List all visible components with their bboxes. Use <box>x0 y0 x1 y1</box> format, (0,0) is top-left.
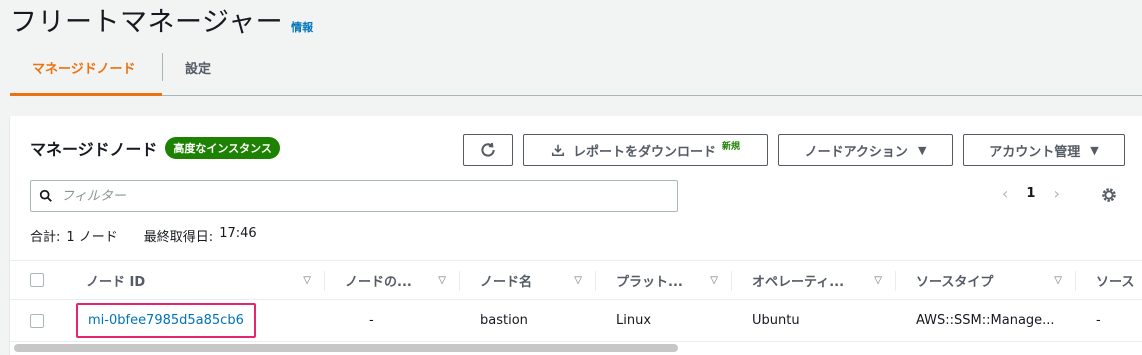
account-management-label: アカウント管理 <box>989 144 1081 160</box>
info-link[interactable]: 情報 <box>291 19 313 35</box>
page-title: フリートマネージャー <box>10 7 284 38</box>
caret-down-icon: ▼ <box>1090 143 1099 157</box>
row-select-cell <box>10 300 66 341</box>
tab-managed-nodes[interactable]: マネージドノード <box>10 44 162 96</box>
filter-search-box <box>30 180 678 212</box>
node-actions-label: ノードアクション <box>804 144 908 160</box>
summary-line: 合計: 1 ノード 最終取得日: 17:46 <box>30 226 257 245</box>
cell-node-id: mi-0bfee7985d5a85cb6 <box>66 300 325 341</box>
sort-icon[interactable]: ▽ <box>710 275 718 286</box>
total-label: 合計: <box>30 230 61 245</box>
sort-icon[interactable]: ▽ <box>574 275 582 286</box>
row-checkbox[interactable] <box>30 313 44 328</box>
refresh-icon <box>481 142 495 157</box>
next-page-icon[interactable]: › <box>1053 184 1059 203</box>
page-header: フリートマネージャー 情報 <box>10 0 313 38</box>
cell-platform: Linux <box>616 313 652 328</box>
account-management-button[interactable]: アカウント管理 ▼ <box>963 134 1125 166</box>
gear-icon[interactable] <box>1100 186 1118 204</box>
node-id-link[interactable]: mi-0bfee7985d5a85cb6 <box>76 303 256 338</box>
select-all-checkbox[interactable] <box>30 273 44 287</box>
refresh-button[interactable] <box>463 134 513 166</box>
new-label: 新規 <box>722 141 741 152</box>
pagination: ‹ 1 › <box>1002 184 1060 203</box>
total-value: 1 ノード <box>66 230 118 245</box>
filter-input[interactable] <box>61 188 641 204</box>
sort-icon[interactable]: ▽ <box>438 275 446 286</box>
select-all-cell <box>10 261 66 299</box>
cell-node-name: bastion <box>480 313 528 328</box>
column-header-node-id[interactable]: ノード ID ▽ <box>66 261 325 299</box>
cell-source-type: AWS::SSM::Manage... <box>916 313 1055 328</box>
column-header-source[interactable]: ソース <box>1076 261 1142 299</box>
last-fetch-value: 17:46 <box>219 226 257 241</box>
download-report-label: レポートをダウンロード <box>572 144 716 160</box>
managed-nodes-panel: マネージドノード 高度なインスタンス レポートをダウンロード 新規 ノードアクシ… <box>10 116 1142 355</box>
panel-header: マネージドノード 高度なインスタンス <box>30 136 280 160</box>
managed-nodes-table: ノード ID ▽ ノードの... ▽ ノード名 ▽ プラット... ▽ オペレー… <box>10 260 1142 342</box>
tab-bar: マネージドノード 設定 <box>10 44 1142 96</box>
current-page[interactable]: 1 <box>1026 186 1035 201</box>
sort-icon[interactable]: ▽ <box>1054 275 1062 286</box>
download-report-button[interactable]: レポートをダウンロード 新規 <box>523 134 768 166</box>
advanced-instances-badge: 高度なインスタンス <box>165 137 280 159</box>
prev-page-icon[interactable]: ‹ <box>1002 184 1008 203</box>
column-header-node-name[interactable]: ノード名 ▽ <box>460 261 596 299</box>
last-fetch-label: 最終取得日: <box>143 230 214 245</box>
node-actions-button[interactable]: ノードアクション ▼ <box>778 134 953 166</box>
column-header-node-status[interactable]: ノードの... ▽ <box>325 261 460 299</box>
column-header-source-type[interactable]: ソースタイプ ▽ <box>896 261 1076 299</box>
cell-os: Ubuntu <box>752 313 800 328</box>
download-icon <box>551 144 565 157</box>
table-header-row: ノード ID ▽ ノードの... ▽ ノード名 ▽ プラット... ▽ オペレー… <box>10 260 1142 300</box>
tab-settings[interactable]: 設定 <box>163 44 233 96</box>
column-header-os[interactable]: オペレーティ... ▽ <box>732 261 896 299</box>
panel-title: マネージドノード <box>30 140 158 159</box>
cell-node-status: - <box>369 313 374 328</box>
search-icon <box>39 189 52 202</box>
horizontal-scrollbar[interactable] <box>14 344 678 352</box>
column-header-platform[interactable]: プラット... ▽ <box>596 261 732 299</box>
cell-source: - <box>1096 313 1101 328</box>
sort-icon[interactable]: ▽ <box>874 275 882 286</box>
table-row[interactable]: mi-0bfee7985d5a85cb6 - bastion Linux Ubu… <box>10 300 1142 342</box>
caret-down-icon: ▼ <box>917 143 927 157</box>
sort-icon[interactable]: ▽ <box>303 275 311 286</box>
